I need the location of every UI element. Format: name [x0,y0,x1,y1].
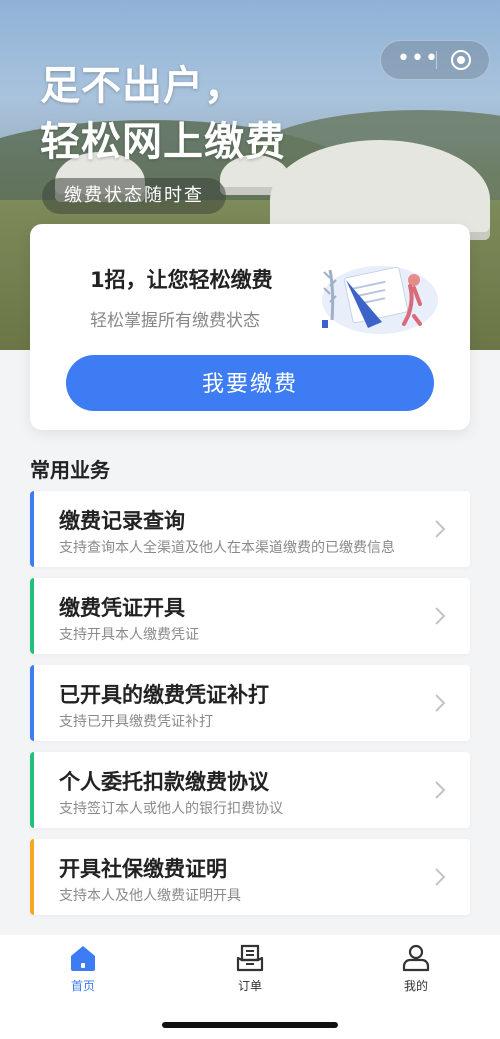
promo-card: 1招，让您轻松缴费 轻松掌握所有缴费状态 我要缴费 [30,224,470,430]
chevron-right-icon [435,694,446,712]
service-desc: 支持签订本人或他人的银行扣费协议 [59,801,283,817]
service-title: 缴费凭证开具 [59,596,185,620]
service-desc: 支持开具本人缴费凭证 [59,627,199,643]
service-item-social-security-certificate[interactable]: 开具社保缴费证明 支持本人及他人缴费证明开具 [30,839,470,915]
user-icon [402,944,430,972]
chevron-right-icon [435,781,446,799]
section-title: 常用业务 [30,458,110,482]
order-icon [236,944,264,972]
chevron-right-icon [435,868,446,886]
tab-home[interactable]: 首页 [43,943,123,1003]
capsule-divider [436,51,437,69]
tab-profile[interactable]: 我的 [376,943,456,1003]
tab-orders[interactable]: 订单 [210,943,290,1003]
tab-label: 订单 [237,979,262,993]
accent-bar [30,578,34,654]
hero-tag: 缴费状态随时查 [42,178,226,214]
service-item-issue-voucher[interactable]: 缴费凭证开具 支持开具本人缴费凭证 [30,578,470,654]
accent-bar [30,665,34,741]
service-title: 开具社保缴费证明 [59,857,227,881]
service-desc: 支持已开具缴费凭证补打 [59,714,213,730]
accent-bar [30,752,34,828]
target-circle-icon[interactable] [451,50,471,70]
service-item-reprint-voucher[interactable]: 已开具的缴费凭证补打 支持已开具缴费凭证补打 [30,665,470,741]
service-item-payment-records[interactable]: 缴费记录查询 支持查询本人全渠道及他人在本渠道缴费的已缴费信息 [30,491,470,567]
payment-illustration-icon [322,266,438,334]
service-item-debit-agreement[interactable]: 个人委托扣款缴费协议 支持签订本人或他人的银行扣费协议 [30,752,470,828]
service-desc: 支持本人及他人缴费证明开具 [59,888,241,904]
service-desc: 支持查询本人全渠道及他人在本渠道缴费的已缴费信息 [59,540,395,556]
home-icon [71,946,95,971]
tab-label: 我的 [403,979,428,993]
service-title: 缴费记录查询 [59,509,185,533]
chevron-right-icon [435,607,446,625]
more-dots-icon[interactable]: ••• [397,41,438,79]
miniprogram-capsule: ••• [380,40,490,80]
hero-title: 足不出户， 轻松网上缴费 [40,58,286,170]
service-title: 已开具的缴费凭证补打 [59,683,269,707]
accent-bar [30,839,34,915]
tab-label: 首页 [70,979,95,993]
hero-title-line1: 足不出户， [40,63,245,109]
pay-now-button[interactable]: 我要缴费 [66,355,434,411]
promo-title: 1招，让您轻松缴费 [90,268,273,292]
service-title: 个人委托扣款缴费协议 [59,770,269,794]
promo-subtitle: 轻松掌握所有缴费状态 [90,311,260,331]
home-indicator[interactable] [162,1022,338,1028]
hero-title-line2: 轻松网上缴费 [40,119,286,165]
chevron-right-icon [435,520,446,538]
accent-bar [30,491,34,567]
